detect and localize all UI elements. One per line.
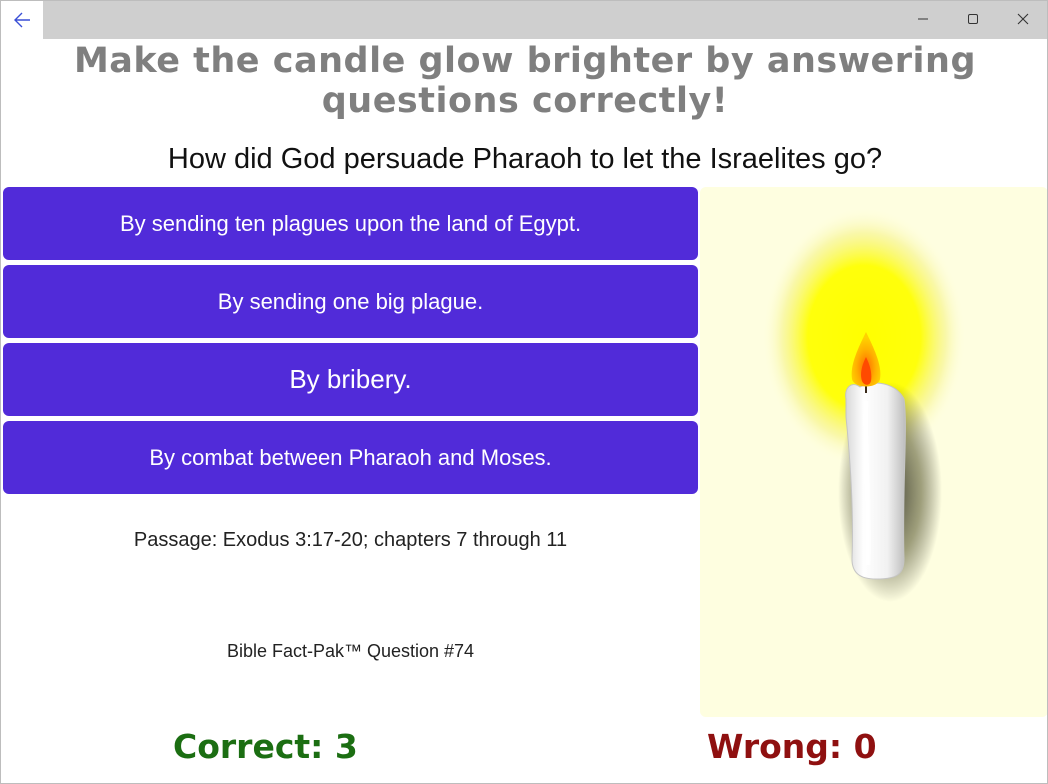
answer-button-2[interactable]: By sending one big plague.: [3, 265, 698, 338]
arrow-left-icon: [14, 12, 30, 28]
correct-score: Correct: 3: [173, 727, 358, 766]
title-bar: [1, 1, 1047, 39]
minimize-icon: [918, 18, 928, 20]
maximize-icon: [968, 14, 978, 24]
answer-button-1[interactable]: By sending ten plagues upon the land of …: [3, 187, 698, 260]
close-icon: [1017, 13, 1029, 25]
minimize-button[interactable]: [899, 1, 947, 37]
candle-icon: [762, 207, 966, 602]
answer-button-4[interactable]: By combat between Pharaoh and Moses.: [3, 421, 698, 494]
question-text: How did God persuade Pharaoh to let the …: [167, 143, 883, 175]
passage-reference: Passage: Exodus 3:17-20; chapters 7 thro…: [133, 529, 568, 551]
candle-panel: [700, 187, 1047, 717]
fact-pak-question-number: Bible Fact-Pak™ Question #74: [226, 641, 475, 661]
wrong-score: Wrong: 0: [707, 727, 877, 766]
close-button[interactable]: [999, 1, 1047, 37]
app-window: Make the candle glow brighter by answeri…: [0, 0, 1048, 784]
maximize-button[interactable]: [949, 1, 997, 37]
back-button[interactable]: [1, 1, 43, 39]
answer-button-3[interactable]: By bribery.: [3, 343, 698, 416]
page-heading: Make the candle glow brighter by answeri…: [73, 41, 977, 121]
